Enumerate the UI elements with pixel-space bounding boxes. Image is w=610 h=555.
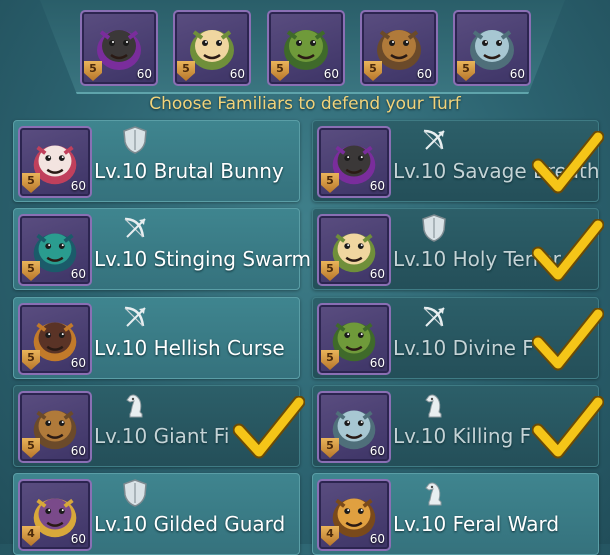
- familiar-portrait-frame: 5 60: [18, 126, 92, 198]
- familiar-level: 60: [323, 67, 339, 81]
- familiar-level: 60: [70, 444, 86, 458]
- defense-shield-icon: [121, 478, 149, 508]
- familiar-card[interactable]: 5 60 Lv.10 Brutal Bunny: [13, 120, 300, 202]
- familiar-portrait-frame: 5 60: [317, 214, 391, 286]
- familiar-portrait-frame: 5 60: [18, 391, 92, 463]
- familiar-name: Lv.10 Hellish Curse: [94, 336, 285, 360]
- familiar-card[interactable]: 5 60 Lv.10 Divine F: [312, 297, 605, 379]
- familiar-card[interactable]: 4 60 Lv.10 Feral Ward: [312, 473, 599, 555]
- selected-slot-frame[interactable]: 5 60: [453, 10, 531, 86]
- selected-slot-frame[interactable]: 5 60: [80, 10, 158, 86]
- familiar-level: 60: [369, 444, 385, 458]
- familiar-level: 60: [229, 67, 245, 81]
- checkmark-icon: [531, 130, 605, 197]
- familiar-card[interactable]: 4 60 Lv.10 Gilded Guard: [13, 473, 300, 555]
- selected-slot-frame[interactable]: 5 60: [360, 10, 438, 86]
- checkmark-icon: [531, 218, 605, 285]
- familiar-portrait-frame: 5 60: [18, 214, 92, 286]
- selected-slot-frame[interactable]: 5 60: [173, 10, 251, 86]
- familiar-portrait-frame: 4 60: [18, 479, 92, 551]
- familiar-name: Lv.10 Killing F: [393, 424, 532, 448]
- attack-bow-icon: [420, 125, 448, 155]
- checkmark-icon: [232, 395, 306, 462]
- familiar-name: Lv.10 Brutal Bunny: [94, 159, 284, 183]
- familiar-level: 60: [509, 67, 525, 81]
- familiar-level: 60: [136, 67, 152, 81]
- familiar-card[interactable]: 5 60 Lv.10 Killing F: [312, 385, 605, 467]
- checkmark-icon: [531, 307, 605, 374]
- familiar-card[interactable]: 5 60 Lv.10 Savage Breath: [312, 120, 605, 202]
- checkmark-icon: [531, 395, 605, 462]
- familiar-portrait-frame: 5 60: [317, 391, 391, 463]
- instruction-text: Choose Familiars to defend your Turf: [149, 94, 461, 114]
- familiar-name: Lv.10 Feral Ward: [393, 512, 560, 536]
- familiar-level: 60: [369, 179, 385, 193]
- support-knight-icon: [121, 390, 149, 420]
- familiar-portrait-frame: 5 60: [317, 303, 391, 375]
- familiar-portrait-frame: 4 60: [317, 479, 391, 551]
- familiar-level: 60: [416, 67, 432, 81]
- familiar-name: Lv.10 Divine F: [393, 336, 534, 360]
- familiar-name: Lv.10 Giant Fi: [94, 424, 230, 448]
- familiar-name: Lv.10 Gilded Guard: [94, 512, 286, 536]
- familiar-card[interactable]: 5 60 Lv.10 Holy Terror: [312, 208, 605, 290]
- familiar-level: 60: [70, 179, 86, 193]
- familiar-name: Lv.10 Stinging Swarm: [94, 247, 312, 271]
- familiar-portrait-frame: 5 60: [18, 303, 92, 375]
- attack-bow-icon: [121, 302, 149, 332]
- familiar-card[interactable]: 5 60 Lv.10 Giant Fi: [13, 385, 306, 467]
- familiar-level: 60: [369, 267, 385, 281]
- attack-bow-icon: [121, 213, 149, 243]
- support-knight-icon: [420, 478, 448, 508]
- familiar-level: 60: [70, 356, 86, 370]
- support-knight-icon: [420, 390, 448, 420]
- familiar-card[interactable]: 5 60 Lv.10 Hellish Curse: [13, 297, 300, 379]
- attack-bow-icon: [420, 302, 448, 332]
- familiar-level: 60: [70, 267, 86, 281]
- familiar-portrait-frame: 5 60: [317, 126, 391, 198]
- defense-shield-icon: [420, 213, 448, 243]
- defense-shield-icon: [121, 125, 149, 155]
- familiar-level: 60: [369, 356, 385, 370]
- selected-slot-frame[interactable]: 5 60: [267, 10, 345, 86]
- familiar-card[interactable]: 5 60 Lv.10 Stinging Swarm: [13, 208, 311, 290]
